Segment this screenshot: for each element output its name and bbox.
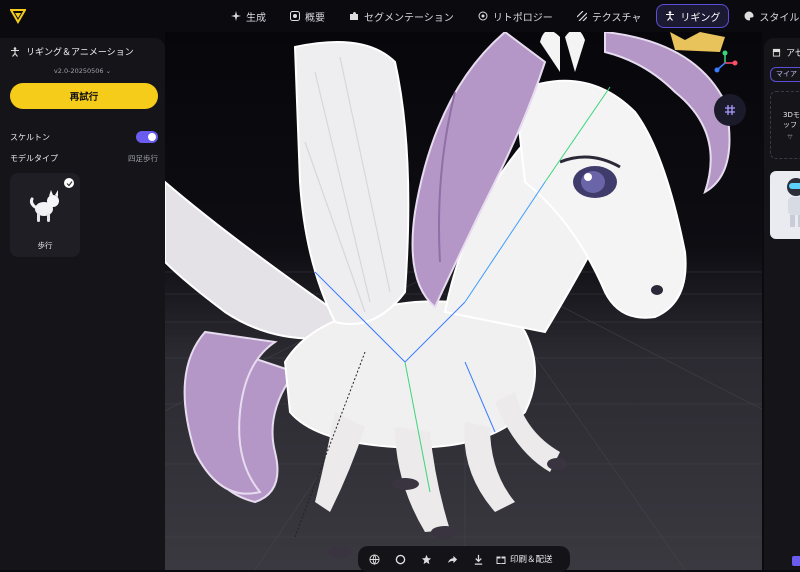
skeleton-toggle[interactable] xyxy=(136,131,158,143)
animation-card-walk[interactable]: 歩行 xyxy=(10,173,80,257)
asset-card-title-line2: ッフ xyxy=(783,121,797,129)
retry-button[interactable]: 再試行 xyxy=(10,83,158,109)
nav-item-label: セグメンテーション xyxy=(364,12,454,24)
topology-icon xyxy=(478,11,488,21)
asset-card-sub: サ xyxy=(787,134,794,141)
axis-gizmo-icon[interactable] xyxy=(712,50,738,76)
top-bar: 生成 概要 セグメンテーション リトポロジー テクスチャ リギング スタイル変換 xyxy=(0,0,800,32)
share-icon[interactable] xyxy=(444,551,460,567)
texture-icon xyxy=(576,11,587,21)
right-panel: アセ マイア 3Dモッフ サ xyxy=(764,38,800,570)
palette-icon xyxy=(744,11,754,21)
3d-viewport[interactable] xyxy=(165,32,762,570)
nav-item-label: スタイル変換 xyxy=(759,12,800,24)
nav-item-label: 生成 xyxy=(246,12,266,24)
asset-card-empty[interactable]: 3Dモッフ サ xyxy=(770,91,800,159)
print-ship-button[interactable]: 印刷＆配送 xyxy=(496,553,553,565)
nav-item-1[interactable]: 概要 xyxy=(281,4,334,28)
card-label: 歩行 xyxy=(37,241,53,250)
puzzle-icon xyxy=(350,12,358,20)
nav-item-0[interactable]: 生成 xyxy=(222,4,275,28)
main-nav: 生成 概要 セグメンテーション リトポロジー テクスチャ リギング スタイル変換 xyxy=(222,4,800,28)
model-type-value: 四足歩行 xyxy=(128,154,158,163)
walking-dog-icon xyxy=(29,190,59,222)
gift-icon xyxy=(496,556,506,564)
chevron-down-icon: ⌄ xyxy=(105,67,112,75)
view-toggle-button[interactable] xyxy=(714,94,746,126)
model-type-label: モデルタイプ xyxy=(10,154,58,163)
nav-item-label: リトポロジー xyxy=(492,12,553,24)
nav-item-3[interactable]: リトポロジー xyxy=(469,4,562,28)
star-icon[interactable] xyxy=(418,551,434,567)
version-select[interactable]: v2.0-20250506 ⌄ xyxy=(0,67,165,75)
model-type-row: モデルタイプ 四足歩行 xyxy=(10,153,158,164)
globe-icon[interactable] xyxy=(366,551,382,567)
download-icon[interactable] xyxy=(470,551,486,567)
grid-hash-icon xyxy=(725,105,735,115)
nav-item-label: リギング xyxy=(680,12,721,24)
assets-title-text: アセ xyxy=(786,49,800,59)
skeleton-row: スケルトン xyxy=(10,131,158,143)
my-assets-tab[interactable]: マイア xyxy=(770,67,800,82)
pegasus-model-render xyxy=(165,32,762,570)
sparkle-icon xyxy=(231,11,241,21)
nav-item-2[interactable]: セグメンテーション xyxy=(340,4,463,28)
rigging-icon xyxy=(666,11,675,21)
panel-title: リギング＆アニメーション xyxy=(10,45,134,58)
asset-card-title: 3Dモッフ xyxy=(783,110,800,130)
robot-thumbnail-icon xyxy=(787,178,800,227)
panel-title-text: リギング＆アニメーション xyxy=(26,48,134,58)
box-icon xyxy=(772,48,781,57)
app-logo-icon[interactable] xyxy=(10,8,26,24)
version-text: v2.0-20250506 xyxy=(53,67,104,75)
left-panel: リギング＆アニメーション v2.0-20250506 ⌄ 再試行 スケルトン モ… xyxy=(0,38,165,570)
nav-item-5[interactable]: リギング xyxy=(656,4,730,28)
nav-item-label: 概要 xyxy=(305,12,325,24)
assets-title: アセ xyxy=(772,46,800,59)
nav-item-4[interactable]: テクスチャ xyxy=(568,4,651,28)
asset-card-robot[interactable] xyxy=(770,171,800,239)
nav-item-label: テクスチャ xyxy=(591,12,642,24)
skeleton-label: スケルトン xyxy=(10,132,50,142)
circle-view-icon[interactable] xyxy=(392,551,408,567)
panel-corner-icon[interactable] xyxy=(792,556,800,566)
print-ship-label: 印刷＆配送 xyxy=(510,555,553,565)
bottom-toolbar: 印刷＆配送 xyxy=(358,546,570,572)
overview-icon xyxy=(290,11,300,21)
rigging-person-icon xyxy=(11,46,19,57)
check-icon xyxy=(64,178,74,188)
asset-card-title-line1: 3Dモ xyxy=(783,111,800,119)
nav-item-6[interactable]: スタイル変換 xyxy=(735,4,800,28)
